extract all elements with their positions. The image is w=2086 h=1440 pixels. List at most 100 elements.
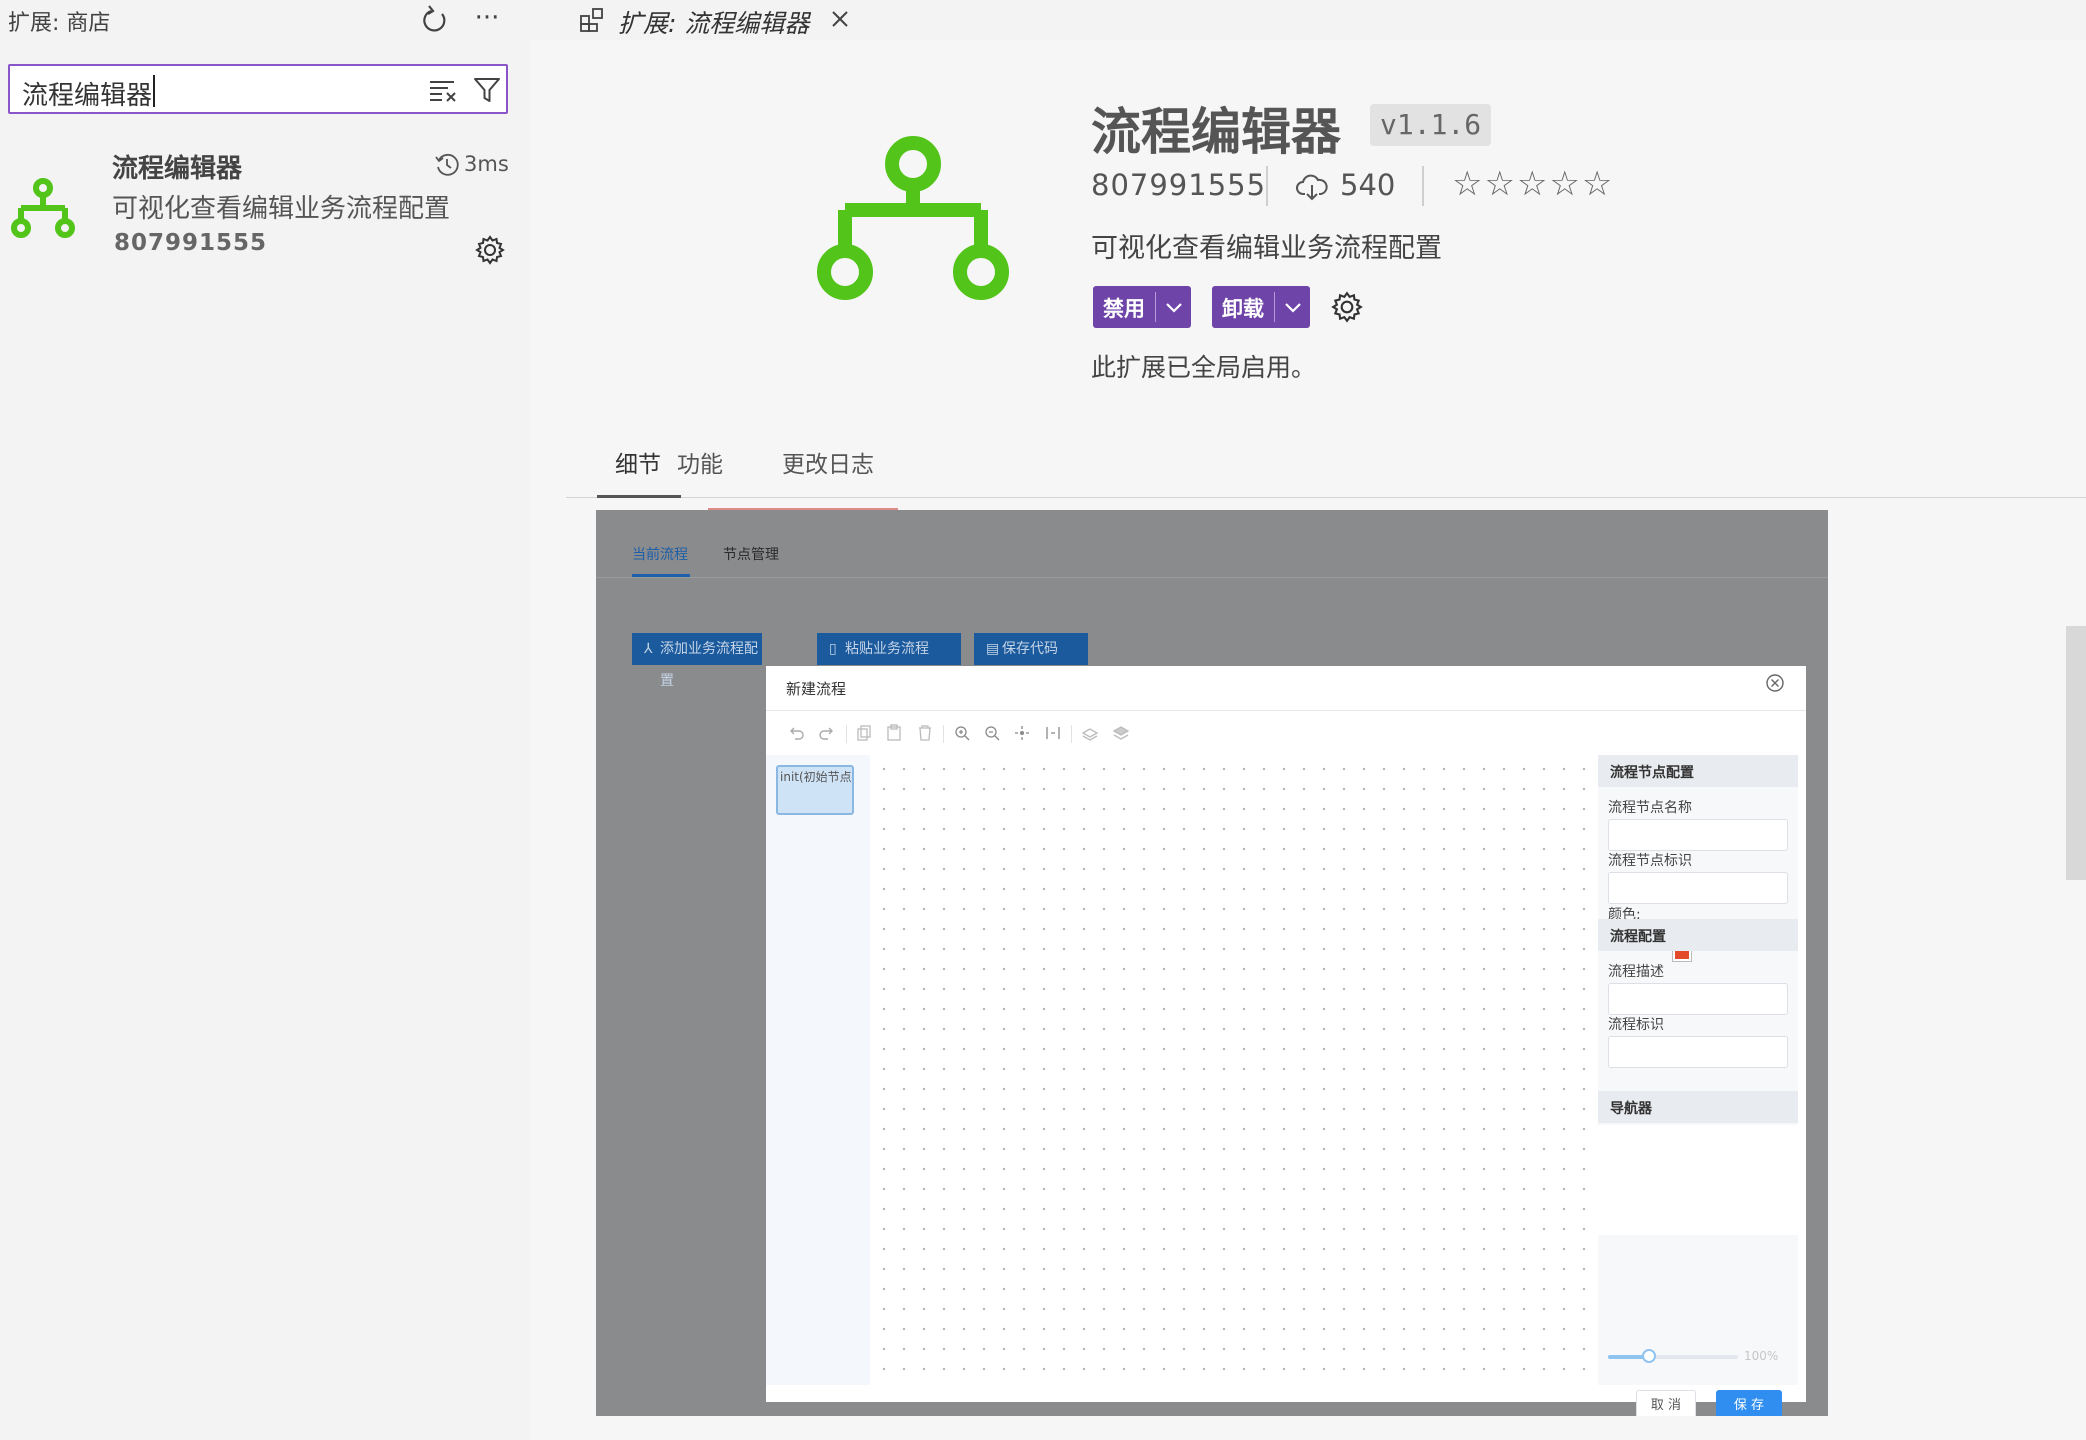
share-icon: ⅄ bbox=[644, 641, 653, 657]
clear-results-icon[interactable] bbox=[428, 76, 460, 104]
more-actions-icon[interactable]: ··· bbox=[468, 3, 506, 37]
extension-item-publisher: 807991555 bbox=[114, 230, 268, 256]
disable-button[interactable]: 禁用 bbox=[1093, 286, 1191, 328]
editor-tab-bar: 扩展: 流程编辑器 bbox=[530, 0, 2086, 40]
extension-list-item[interactable]: 流程编辑器 3ms 可视化查看编辑业务流程配置 807991555 bbox=[0, 140, 530, 270]
divider bbox=[1071, 725, 1072, 743]
shot-button-label: 添加业务流程配置 bbox=[660, 641, 758, 689]
section-node-config: 流程节点配置 bbox=[1598, 755, 1798, 787]
copy-icon: ▯ bbox=[829, 641, 837, 657]
scrollbar-thumb[interactable] bbox=[2066, 626, 2086, 880]
text-caret bbox=[153, 75, 155, 107]
node-name-label: 流程节点名称 bbox=[1608, 800, 1692, 816]
zoom-in-icon bbox=[952, 723, 972, 743]
shot-save-button: 保 存 bbox=[1716, 1390, 1782, 1416]
disable-button-label: 禁用 bbox=[1103, 297, 1145, 321]
extension-logo-icon bbox=[811, 124, 1015, 328]
node-id-input bbox=[1608, 872, 1788, 904]
shot-paste-flow-button: ▯ 粘贴业务流程 bbox=[817, 633, 961, 665]
close-icon[interactable] bbox=[826, 5, 854, 33]
divider bbox=[1266, 166, 1268, 206]
cloud-download-icon bbox=[1296, 172, 1328, 202]
search-input-value[interactable]: 流程编辑器 bbox=[22, 75, 152, 112]
shot-add-flow-button: ⅄ 添加业务流程配置 bbox=[632, 633, 762, 689]
save-icon: ▤ bbox=[986, 641, 1000, 657]
extension-details-editor: 流程编辑器 v1.1.6 807991555 540 ☆☆☆☆☆ 可视化查看编辑… bbox=[530, 40, 2086, 1440]
extension-logo-icon bbox=[8, 176, 78, 246]
tab-changelog[interactable]: 更改日志 bbox=[782, 445, 874, 479]
manage-gear-icon[interactable] bbox=[1330, 290, 1364, 324]
sidebar-title: 扩展: 商店 bbox=[8, 11, 111, 36]
filter-icon[interactable] bbox=[472, 75, 502, 105]
node-stencil-panel: init(初始节点) bbox=[766, 755, 870, 1385]
active-tab-indicator bbox=[632, 574, 690, 577]
tabs-divider bbox=[566, 497, 2086, 498]
version-badge: v1.1.6 bbox=[1370, 104, 1492, 146]
close-icon bbox=[1764, 672, 1786, 694]
extension-name: 流程编辑器 bbox=[1091, 103, 1341, 161]
zoom-value: 100% bbox=[1744, 1349, 1779, 1363]
navigator-minimap bbox=[1598, 1125, 1798, 1235]
undo-icon bbox=[786, 723, 806, 743]
node-config-panel: 流程节点配置 流程节点名称 流程节点标识 颜色: 流程配置 流程描述 流程标识 … bbox=[1598, 755, 1798, 1385]
dialog-title: 新建流程 bbox=[786, 680, 847, 698]
extension-item-name: 流程编辑器 bbox=[112, 154, 243, 184]
shot-button-label: 保存代码 bbox=[1002, 641, 1058, 657]
history-icon bbox=[434, 152, 460, 178]
tab-features[interactable]: 功能 bbox=[677, 445, 723, 479]
extensions-icon bbox=[578, 6, 606, 34]
paste-icon bbox=[884, 723, 904, 743]
to-back-icon bbox=[1111, 723, 1131, 743]
copy-icon bbox=[854, 723, 874, 743]
redo-icon bbox=[817, 723, 837, 743]
active-tab-indicator bbox=[597, 495, 681, 498]
node-id-label: 流程节点标识 bbox=[1608, 853, 1692, 869]
divider bbox=[846, 725, 847, 743]
fit-view-icon bbox=[1012, 723, 1032, 743]
dialog-toolbar bbox=[766, 711, 1806, 755]
enablement-status: 此扩展已全局启用。 bbox=[1091, 353, 1317, 382]
zoom-slider-handle bbox=[1642, 1349, 1656, 1363]
shot-tab-node-management: 节点管理 bbox=[723, 547, 779, 563]
extension-search-input[interactable]: 流程编辑器 bbox=[8, 64, 508, 114]
shot-button-label: 粘贴业务流程 bbox=[845, 641, 929, 657]
shot-cancel-button: 取 消 bbox=[1636, 1390, 1696, 1416]
shot-save-code-button: ▤ 保存代码 bbox=[974, 633, 1088, 665]
flow-canvas bbox=[870, 755, 1610, 1385]
extension-description: 可视化查看编辑业务流程配置 bbox=[1091, 233, 1442, 264]
section-flow-config: 流程配置 bbox=[1598, 919, 1798, 951]
divider bbox=[943, 725, 944, 743]
actual-size-icon bbox=[1043, 723, 1063, 743]
divider bbox=[1155, 292, 1156, 322]
node-name-input bbox=[1608, 819, 1788, 851]
flow-id-input bbox=[1608, 1036, 1788, 1068]
flow-desc-input bbox=[1608, 983, 1788, 1015]
zoom-out-icon bbox=[982, 723, 1002, 743]
activation-time: 3ms bbox=[464, 152, 509, 176]
tab-details[interactable]: 细节 bbox=[615, 445, 661, 479]
tab-label: 扩展: 流程编辑器 bbox=[618, 9, 810, 38]
tab-extension-details[interactable]: 扩展: 流程编辑器 bbox=[550, 0, 880, 40]
flow-desc-label: 流程描述 bbox=[1608, 964, 1664, 980]
shot-new-flow-dialog: 新建流程 init(初始节点) 流程节点配置 流程节点名称 流程节点标识 颜色:… bbox=[766, 666, 1806, 1416]
rating-stars[interactable]: ☆☆☆☆☆ bbox=[1452, 164, 1614, 204]
shot-tab-current-flow: 当前流程 bbox=[632, 547, 688, 563]
uninstall-button-label: 卸载 bbox=[1222, 297, 1264, 321]
extension-item-description: 可视化查看编辑业务流程配置 bbox=[112, 194, 451, 224]
section-navigator: 导航器 bbox=[1598, 1091, 1798, 1123]
chevron-down-icon[interactable] bbox=[1280, 294, 1306, 320]
refresh-icon[interactable] bbox=[417, 3, 451, 37]
readme-screenshot-image: 当前流程 节点管理 ⅄ 添加业务流程配置 ▯ 粘贴业务流程 ▤ 保存代码 新建流程 bbox=[596, 510, 1828, 1416]
chevron-down-icon[interactable] bbox=[1161, 294, 1187, 320]
init-node: init(初始节点) bbox=[776, 765, 854, 815]
divider bbox=[596, 577, 1828, 578]
uninstall-button[interactable]: 卸载 bbox=[1212, 286, 1310, 328]
extensions-sidebar: 扩展: 商店 ··· 流程编辑器 流程编辑器 3ms 可视化查看编辑业务流程配置… bbox=[0, 0, 530, 1440]
flow-id-label: 流程标识 bbox=[1608, 1017, 1664, 1033]
manage-gear-icon[interactable] bbox=[474, 234, 506, 266]
publisher-name[interactable]: 807991555 bbox=[1091, 168, 1266, 202]
divider bbox=[1274, 292, 1275, 322]
to-front-icon bbox=[1080, 723, 1100, 743]
install-count: 540 bbox=[1340, 168, 1396, 202]
delete-icon bbox=[915, 723, 935, 743]
